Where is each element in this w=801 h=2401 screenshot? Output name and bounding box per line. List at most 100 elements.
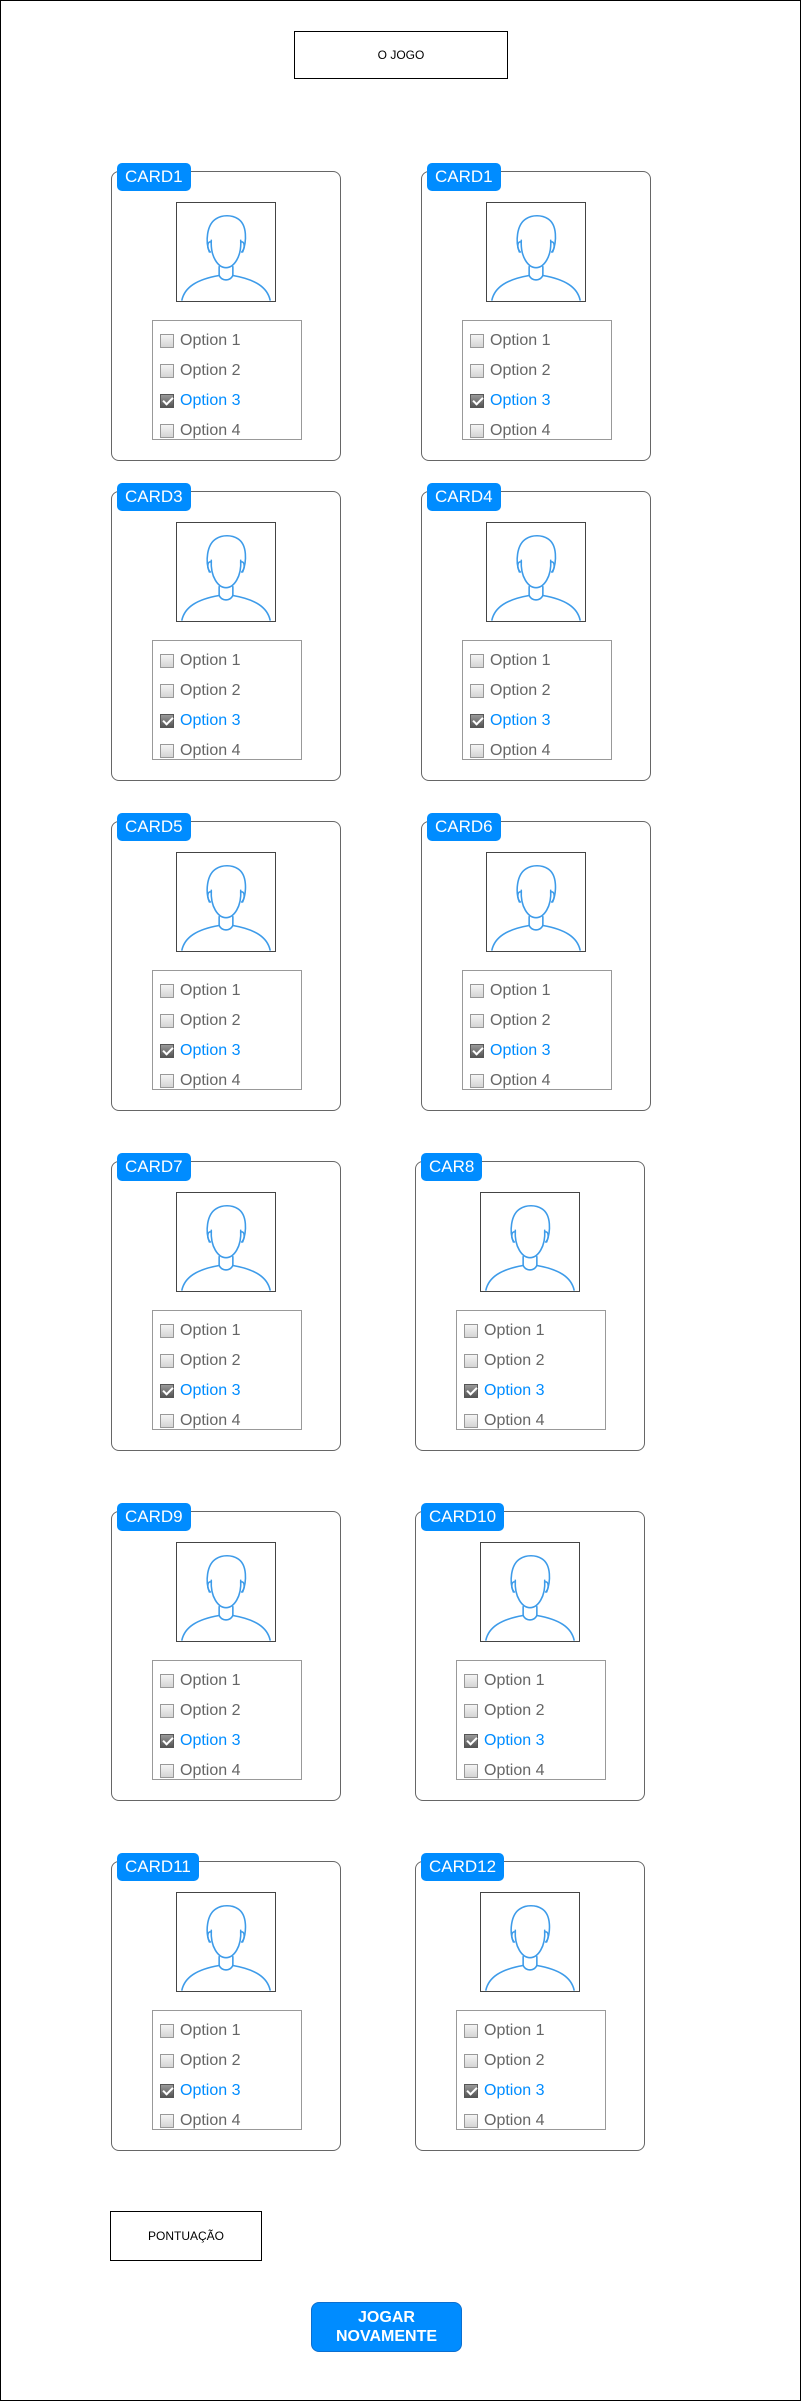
option-item[interactable]: Option 1 <box>464 1671 544 1691</box>
checkbox-icon[interactable] <box>464 1414 478 1428</box>
checkbox-icon[interactable] <box>160 334 174 348</box>
checkbox-icon[interactable] <box>160 984 174 998</box>
checkbox-icon[interactable] <box>160 2114 174 2128</box>
option-item[interactable]: Option 1 <box>464 2021 544 2041</box>
checkbox-icon[interactable] <box>160 1074 174 1088</box>
option-item[interactable]: Option 2 <box>160 1351 240 1371</box>
option-item[interactable]: Option 4 <box>160 1411 240 1431</box>
checkbox-icon[interactable] <box>160 1044 174 1058</box>
checkbox-icon[interactable] <box>464 2084 478 2098</box>
option-item[interactable]: Option 4 <box>464 1761 544 1781</box>
option-item[interactable]: Option 3 <box>160 1731 240 1751</box>
option-item[interactable]: Option 3 <box>470 711 550 731</box>
option-item[interactable]: Option 1 <box>160 651 240 671</box>
option-item[interactable]: Option 1 <box>160 1671 240 1691</box>
checkbox-icon[interactable] <box>160 1324 174 1338</box>
option-item[interactable]: Option 2 <box>160 2051 240 2071</box>
card-title: CARD7 <box>117 1153 191 1181</box>
checkbox-icon[interactable] <box>470 684 484 698</box>
checkbox-icon[interactable] <box>464 1674 478 1688</box>
option-item[interactable]: Option 4 <box>470 421 550 441</box>
option-item[interactable]: Option 3 <box>464 1381 544 1401</box>
checkbox-icon[interactable] <box>464 1704 478 1718</box>
checkbox-icon[interactable] <box>160 1354 174 1368</box>
checkbox-icon[interactable] <box>470 364 484 378</box>
option-item[interactable]: Option 4 <box>160 1761 240 1781</box>
checkbox-icon[interactable] <box>464 1384 478 1398</box>
checkbox-icon[interactable] <box>160 1704 174 1718</box>
checkbox-icon[interactable] <box>160 714 174 728</box>
option-item[interactable]: Option 3 <box>160 1381 240 1401</box>
checkbox-icon[interactable] <box>160 2054 174 2068</box>
option-item[interactable]: Option 4 <box>160 741 240 761</box>
checkbox-icon[interactable] <box>470 334 484 348</box>
option-item[interactable]: Option 4 <box>470 741 550 761</box>
card: CARD9 Option 1 Option 2 Option 3 Option 4 <box>111 1503 341 1801</box>
option-item[interactable]: Option 2 <box>464 2051 544 2071</box>
checkbox-icon[interactable] <box>464 2054 478 2068</box>
option-item[interactable]: Option 1 <box>470 651 550 671</box>
checkbox-icon[interactable] <box>464 2114 478 2128</box>
option-item[interactable]: Option 1 <box>470 331 550 351</box>
option-item[interactable]: Option 2 <box>160 1701 240 1721</box>
checkbox-icon[interactable] <box>470 1074 484 1088</box>
checkbox-icon[interactable] <box>160 684 174 698</box>
checkbox-icon[interactable] <box>160 1384 174 1398</box>
checkbox-icon[interactable] <box>160 1414 174 1428</box>
avatar-icon <box>176 1542 276 1642</box>
option-item[interactable]: Option 1 <box>160 331 240 351</box>
option-item[interactable]: Option 2 <box>160 361 240 381</box>
option-item[interactable]: Option 3 <box>464 2081 544 2101</box>
checkbox-icon[interactable] <box>464 2024 478 2038</box>
option-item[interactable]: Option 2 <box>470 1011 550 1031</box>
checkbox-icon[interactable] <box>160 654 174 668</box>
checkbox-icon[interactable] <box>470 654 484 668</box>
checkbox-icon[interactable] <box>160 2024 174 2038</box>
checkbox-icon[interactable] <box>470 394 484 408</box>
checkbox-icon[interactable] <box>464 1324 478 1338</box>
checkbox-icon[interactable] <box>160 1764 174 1778</box>
option-item[interactable]: Option 4 <box>160 2111 240 2131</box>
option-item[interactable]: Option 1 <box>160 2021 240 2041</box>
option-item[interactable]: Option 2 <box>470 361 550 381</box>
checkbox-icon[interactable] <box>464 1734 478 1748</box>
option-item[interactable]: Option 1 <box>464 1321 544 1341</box>
option-item[interactable]: Option 1 <box>470 981 550 1001</box>
option-item[interactable]: Option 1 <box>160 981 240 1001</box>
checkbox-icon[interactable] <box>160 1014 174 1028</box>
option-item[interactable]: Option 2 <box>160 1011 240 1031</box>
checkbox-icon[interactable] <box>160 364 174 378</box>
checkbox-icon[interactable] <box>160 424 174 438</box>
checkbox-icon[interactable] <box>160 1734 174 1748</box>
checkbox-icon[interactable] <box>470 744 484 758</box>
option-item[interactable]: Option 3 <box>160 711 240 731</box>
option-item[interactable]: Option 2 <box>464 1701 544 1721</box>
option-item[interactable]: Option 2 <box>464 1351 544 1371</box>
checkbox-icon[interactable] <box>470 1014 484 1028</box>
option-item[interactable]: Option 3 <box>464 1731 544 1751</box>
option-item[interactable]: Option 3 <box>160 2081 240 2101</box>
option-item[interactable]: Option 4 <box>160 421 240 441</box>
checkbox-icon[interactable] <box>470 714 484 728</box>
option-item[interactable]: Option 3 <box>160 391 240 411</box>
option-item[interactable]: Option 1 <box>160 1321 240 1341</box>
option-item[interactable]: Option 4 <box>464 1411 544 1431</box>
checkbox-icon[interactable] <box>470 1044 484 1058</box>
option-item[interactable]: Option 2 <box>160 681 240 701</box>
checkbox-icon[interactable] <box>464 1354 478 1368</box>
checkbox-icon[interactable] <box>470 984 484 998</box>
checkbox-icon[interactable] <box>160 744 174 758</box>
option-item[interactable]: Option 4 <box>160 1071 240 1091</box>
option-item[interactable]: Option 4 <box>464 2111 544 2131</box>
checkbox-icon[interactable] <box>464 1764 478 1778</box>
checkbox-icon[interactable] <box>160 394 174 408</box>
option-item[interactable]: Option 3 <box>160 1041 240 1061</box>
checkbox-icon[interactable] <box>160 2084 174 2098</box>
checkbox-icon[interactable] <box>470 424 484 438</box>
option-item[interactable]: Option 4 <box>470 1071 550 1091</box>
option-item[interactable]: Option 3 <box>470 1041 550 1061</box>
option-item[interactable]: Option 2 <box>470 681 550 701</box>
option-item[interactable]: Option 3 <box>470 391 550 411</box>
play-again-button[interactable]: JOGAR NOVAMENTE <box>311 2302 462 2352</box>
checkbox-icon[interactable] <box>160 1674 174 1688</box>
